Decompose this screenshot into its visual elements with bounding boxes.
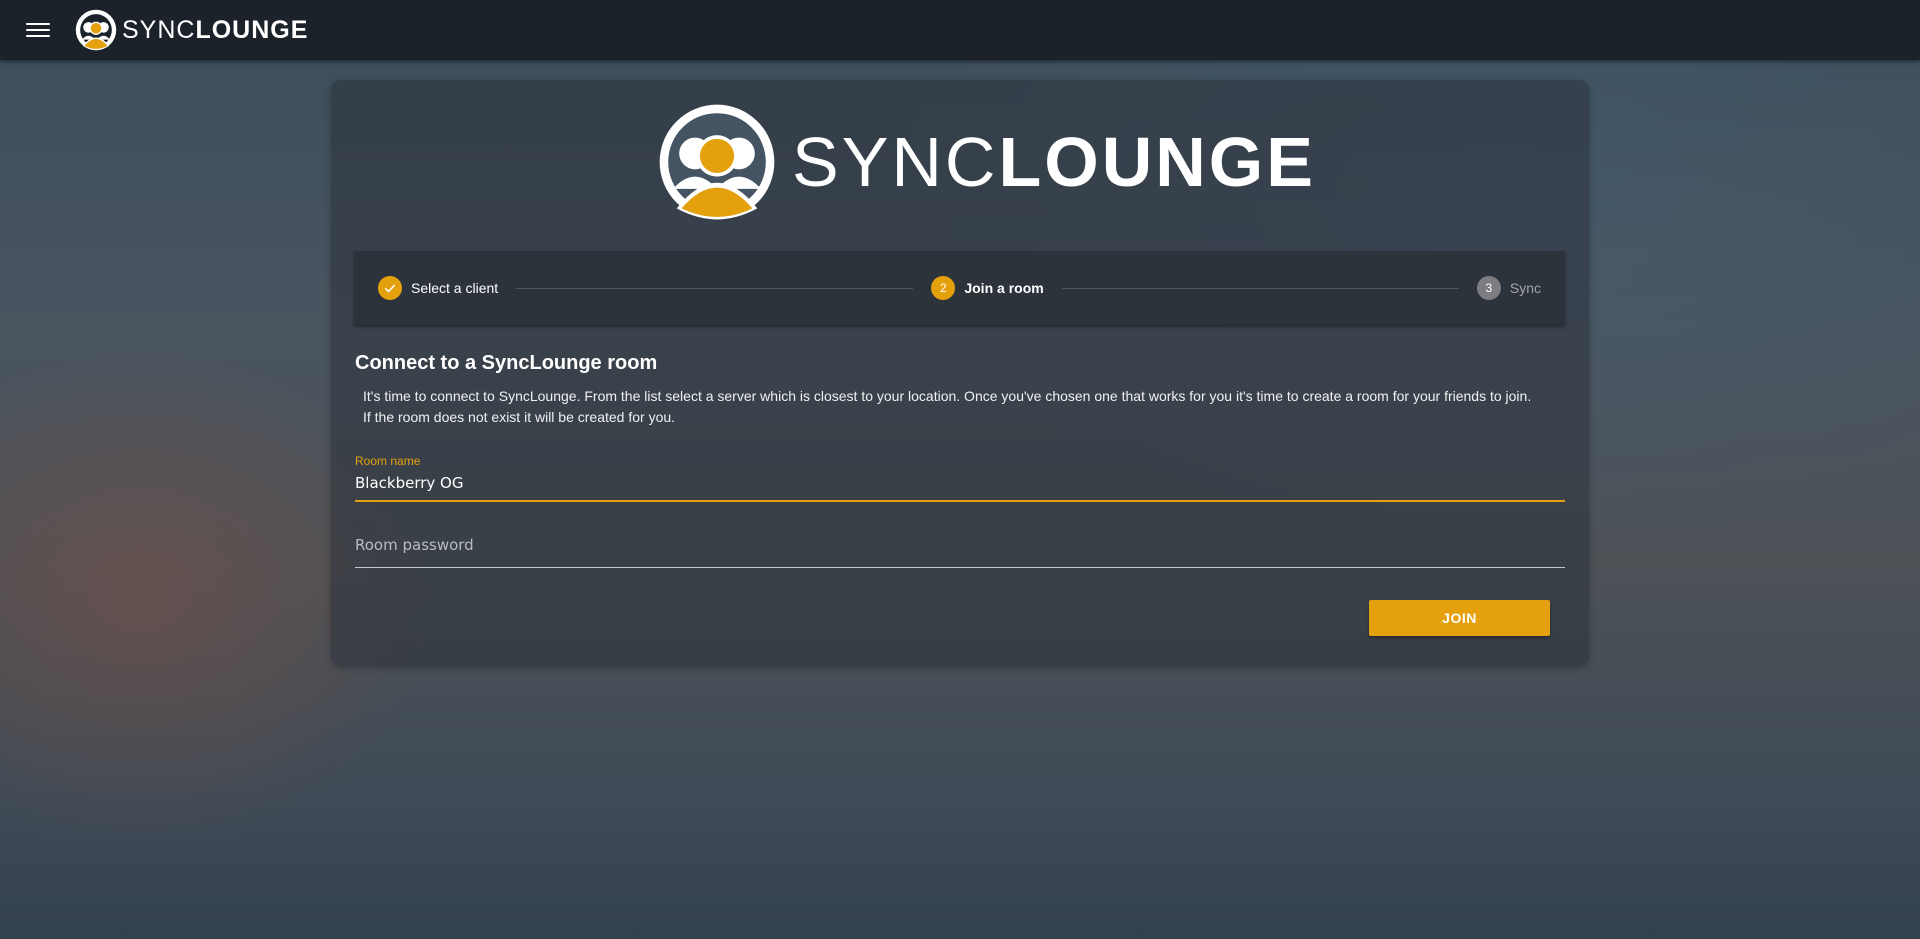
step-divider bbox=[1061, 287, 1459, 289]
check-icon bbox=[378, 276, 402, 300]
join-button[interactable]: JOIN bbox=[1369, 600, 1550, 636]
room-name-field: Room name bbox=[355, 454, 1565, 502]
description-line: It's time to connect to SyncLounge. From… bbox=[363, 388, 1532, 404]
room-name-label: Room name bbox=[355, 454, 421, 468]
step-select-client[interactable]: Select a client bbox=[378, 276, 498, 300]
step-divider bbox=[516, 287, 914, 289]
room-password-underline bbox=[355, 567, 1565, 568]
hero-logo: SYNCLOUNGE bbox=[656, 101, 1316, 223]
section-description: It's time to connect to SyncLounge. From… bbox=[363, 386, 1563, 428]
synclounge-logo-icon bbox=[75, 9, 117, 51]
stepper: Select a client 2 Join a room 3 Sync bbox=[354, 251, 1565, 325]
synclounge-logo-icon bbox=[659, 104, 775, 220]
step-label: Select a client bbox=[411, 280, 499, 296]
step-label: Join a room bbox=[964, 280, 1044, 296]
room-name-underline bbox=[355, 500, 1565, 502]
room-password-field bbox=[355, 510, 1565, 568]
app-logo[interactable]: SYNCLOUNGE bbox=[74, 8, 308, 52]
step-number: 2 bbox=[931, 276, 956, 300]
app-bar: SYNCLOUNGE bbox=[0, 0, 1920, 60]
step-number: 3 bbox=[1476, 276, 1501, 300]
step-label: Sync bbox=[1509, 280, 1541, 296]
join-room-card: SYNCLOUNGE Select a client 2 Join a room… bbox=[331, 80, 1589, 666]
step-join-room[interactable]: 2 Join a room bbox=[931, 276, 1044, 300]
app-brand-name: SYNCLOUNGE bbox=[122, 15, 309, 44]
section-title: Connect to a SyncLounge room bbox=[355, 352, 658, 374]
hero-brand-name: SYNCLOUNGE bbox=[792, 123, 1316, 201]
description-line: If the room does not exist it will be cr… bbox=[363, 409, 676, 425]
step-sync[interactable]: 3 Sync bbox=[1476, 276, 1541, 300]
menu-icon[interactable] bbox=[26, 21, 50, 39]
room-password-input[interactable] bbox=[355, 533, 1565, 557]
room-name-input[interactable] bbox=[355, 471, 1565, 495]
